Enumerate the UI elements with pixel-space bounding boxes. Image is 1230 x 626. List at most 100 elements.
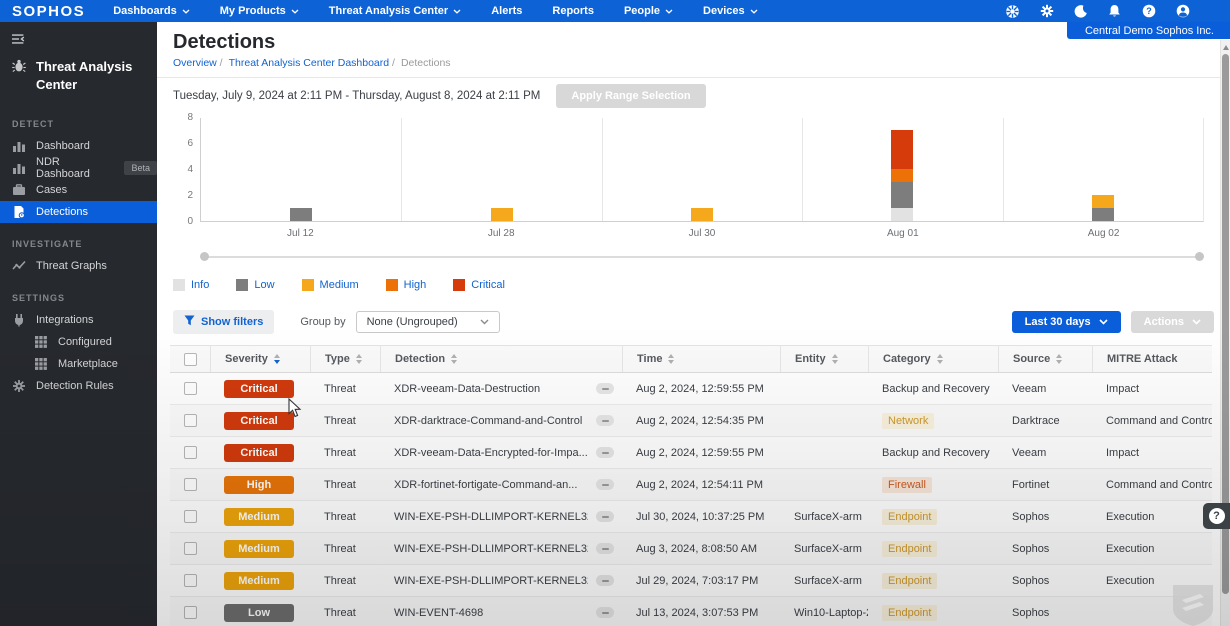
sidebar-collapse-icon[interactable]	[12, 32, 26, 46]
show-filters-button[interactable]: Show filters	[173, 310, 274, 334]
apply-range-selection-button[interactable]: Apply Range Selection	[556, 84, 705, 108]
sidebar-item-dashboard[interactable]: Dashboard	[0, 135, 157, 157]
row-checkbox[interactable]	[184, 414, 197, 427]
severity-badge[interactable]: Low	[224, 604, 294, 622]
chart-range-slider[interactable]	[200, 252, 1204, 262]
chart-bar-jul-28[interactable]	[491, 208, 513, 221]
column-header-category[interactable]: Category	[868, 346, 998, 372]
detection-cell[interactable]: XDR-darktrace-Command-and-Control	[380, 415, 588, 427]
row-checkbox[interactable]	[184, 510, 197, 523]
sort-icon[interactable]	[668, 354, 674, 364]
row-checkbox[interactable]	[184, 542, 197, 555]
top-nav-item-dashboards[interactable]: Dashboards	[113, 5, 190, 17]
detection-more-icon[interactable]	[596, 607, 614, 618]
sort-icon[interactable]	[274, 354, 280, 364]
table-row[interactable]: Medium Threat WIN-EXE-PSH-DLLIMPORT-KERN…	[170, 533, 1212, 565]
row-checkbox[interactable]	[184, 446, 197, 459]
slider-handle-left[interactable]	[200, 252, 209, 261]
table-row[interactable]: High Threat XDR-fortinet-fortigate-Comma…	[170, 469, 1212, 501]
table-row[interactable]: Critical Threat XDR-veeam-Data-Destructi…	[170, 373, 1212, 405]
entity-cell[interactable]: Win10-Laptop-2	[780, 607, 868, 619]
entity-cell[interactable]: SurfaceX-arm	[780, 575, 868, 587]
row-checkbox[interactable]	[184, 574, 197, 587]
detection-cell[interactable]: WIN-EXE-PSH-DLLIMPORT-KERNEL32-1	[380, 543, 588, 555]
column-header-mitre-attack[interactable]: MITRE Attack	[1092, 346, 1212, 372]
scrollbar-up-arrow-icon[interactable]	[1223, 45, 1229, 50]
top-nav-item-reports[interactable]: Reports	[552, 5, 594, 17]
breadcrumb-item[interactable]: Overview	[173, 57, 217, 69]
legend-item-critical[interactable]: Critical	[453, 279, 505, 291]
severity-badge[interactable]: Medium	[224, 508, 294, 526]
legend-item-medium[interactable]: Medium	[302, 279, 359, 291]
sort-icon[interactable]	[832, 354, 838, 364]
notifications-icon[interactable]	[1107, 4, 1122, 19]
legend-item-high[interactable]: High	[386, 279, 427, 291]
detection-cell[interactable]: WIN-EVENT-4698	[380, 607, 588, 619]
group-by-select[interactable]: None (Ungrouped)	[356, 311, 500, 333]
detection-more-icon[interactable]	[596, 479, 614, 490]
sort-icon[interactable]	[1056, 354, 1062, 364]
severity-badge[interactable]: Critical	[224, 380, 294, 398]
detection-cell[interactable]: XDR-fortinet-fortigate-Command-an...	[380, 479, 588, 491]
account-icon[interactable]	[1175, 4, 1190, 19]
entity-cell[interactable]: SurfaceX-arm	[780, 543, 868, 555]
column-header-entity[interactable]: Entity	[780, 346, 868, 372]
sort-icon[interactable]	[356, 354, 362, 364]
help-icon[interactable]: ?	[1141, 4, 1156, 19]
detection-cell[interactable]: WIN-EXE-PSH-DLLIMPORT-KERNEL32-1	[380, 575, 588, 587]
legend-item-low[interactable]: Low	[236, 279, 274, 291]
date-range-dropdown-button[interactable]: Last 30 days	[1012, 311, 1121, 333]
severity-badge[interactable]: Critical	[224, 444, 294, 462]
select-all-checkbox[interactable]	[184, 353, 197, 366]
sophos-logo[interactable]: SOPHOS	[12, 3, 85, 20]
breadcrumb-item[interactable]: Threat Analysis Center Dashboard	[229, 57, 390, 69]
column-header-severity[interactable]: Severity	[210, 346, 310, 372]
severity-badge[interactable]: Medium	[224, 540, 294, 558]
slider-handle-right[interactable]	[1195, 252, 1204, 261]
column-header-source[interactable]: Source	[998, 346, 1092, 372]
legend-item-info[interactable]: Info	[173, 279, 209, 291]
sidebar-item-integrations[interactable]: Integrations	[0, 309, 157, 331]
column-header-type[interactable]: Type	[310, 346, 380, 372]
dark-mode-icon[interactable]	[1073, 4, 1088, 19]
top-nav-item-my-products[interactable]: My Products	[220, 5, 299, 17]
sidebar-item-cases[interactable]: Cases	[0, 179, 157, 201]
detection-more-icon[interactable]	[596, 447, 614, 458]
top-nav-item-threat-analysis-center[interactable]: Threat Analysis Center	[329, 5, 461, 17]
detection-more-icon[interactable]	[596, 415, 614, 426]
severity-badge[interactable]: Medium	[224, 572, 294, 590]
severity-badge[interactable]: Critical	[224, 412, 294, 430]
sidebar-item-threat-graphs[interactable]: Threat Graphs	[0, 255, 157, 277]
apps-health-icon[interactable]	[1005, 4, 1020, 19]
top-nav-item-devices[interactable]: Devices	[703, 5, 758, 17]
actions-dropdown-button[interactable]: Actions	[1131, 311, 1214, 333]
chart-bar-aug-02[interactable]	[1092, 195, 1114, 221]
sort-icon[interactable]	[937, 354, 943, 364]
entity-cell[interactable]: SurfaceX-arm	[780, 511, 868, 523]
detection-cell[interactable]: XDR-veeam-Data-Encrypted-for-Impa...	[380, 447, 588, 459]
severity-badge[interactable]: High	[224, 476, 294, 494]
sidebar-item-ndr-dashboard[interactable]: NDR Dashboard Beta	[0, 157, 157, 179]
column-header-time[interactable]: Time	[622, 346, 780, 372]
column-header-detection[interactable]: Detection	[380, 346, 622, 372]
detection-cell[interactable]: XDR-veeam-Data-Destruction	[380, 383, 588, 395]
tenant-name-tab[interactable]: Central Demo Sophos Inc.	[1067, 22, 1230, 39]
vertical-scrollbar[interactable]	[1220, 40, 1230, 626]
chart-bar-jul-30[interactable]	[691, 208, 713, 221]
sidebar-item-detection-rules[interactable]: Detection Rules	[0, 375, 157, 397]
table-row[interactable]: Critical Threat XDR-veeam-Data-Encrypted…	[170, 437, 1212, 469]
top-nav-item-people[interactable]: People	[624, 5, 673, 17]
detection-more-icon[interactable]	[596, 543, 614, 554]
gear-icon[interactable]	[1039, 4, 1054, 19]
table-row[interactable]: Medium Threat WIN-EXE-PSH-DLLIMPORT-KERN…	[170, 565, 1212, 597]
table-row[interactable]: Medium Threat WIN-EXE-PSH-DLLIMPORT-KERN…	[170, 501, 1212, 533]
detection-cell[interactable]: WIN-EXE-PSH-DLLIMPORT-KERNEL32-1	[380, 511, 588, 523]
detection-more-icon[interactable]	[596, 575, 614, 586]
row-checkbox[interactable]	[184, 478, 197, 491]
chart-bar-aug-01[interactable]	[891, 130, 913, 221]
row-checkbox[interactable]	[184, 382, 197, 395]
sidebar-item-detections[interactable]: Detections	[0, 201, 157, 223]
top-nav-item-alerts[interactable]: Alerts	[491, 5, 522, 17]
detection-more-icon[interactable]	[596, 511, 614, 522]
slider-track[interactable]	[208, 256, 1196, 258]
